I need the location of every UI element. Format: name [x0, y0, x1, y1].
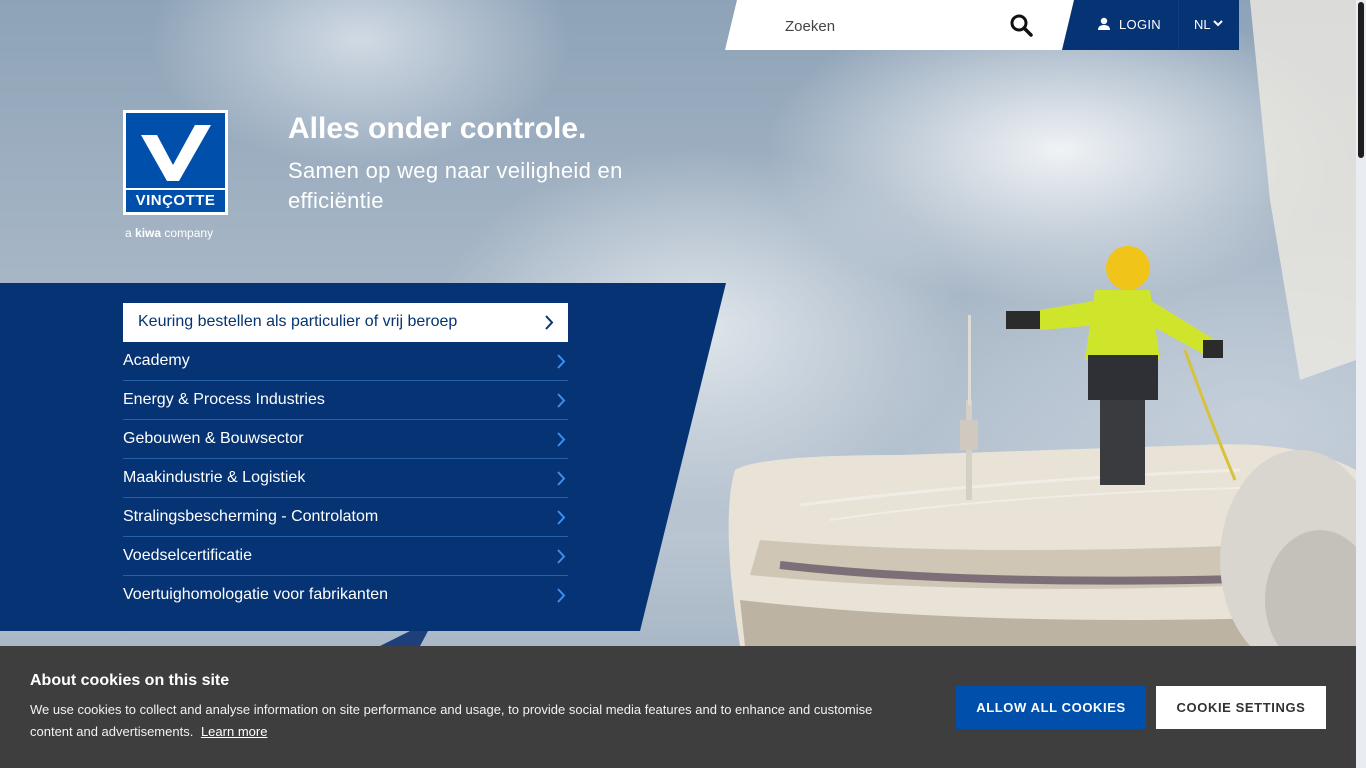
user-icon [1098, 17, 1110, 30]
logo-sub-prefix: a [125, 226, 132, 240]
nav-item-maakindustrie[interactable]: Maakindustrie & Logistiek [123, 459, 568, 498]
nav-item-voertuighomologatie[interactable]: Voertuighomologatie voor fabrikanten [123, 576, 568, 614]
learn-more-link[interactable]: Learn more [201, 724, 267, 739]
chevron-right-icon [557, 588, 566, 603]
logo-tagline: a kiwa company [125, 226, 213, 240]
cookie-description: We use cookies to collect and analyse in… [30, 702, 873, 739]
search-input[interactable] [783, 14, 997, 38]
cookie-title: About cookies on this site [30, 672, 230, 689]
chevron-right-icon [557, 510, 566, 525]
logo-wordmark: VINÇOTTE [126, 188, 225, 209]
nav-item-label: Energy & Process Industries [123, 391, 325, 408]
nav-item-gebouwen[interactable]: Gebouwen & Bouwsector [123, 420, 568, 459]
cookie-banner: About cookies on this site We use cookie… [0, 646, 1356, 768]
nav-item-label: Stralingsbescherming - Controlatom [123, 508, 379, 525]
logo-badge: VINÇOTTE [126, 113, 225, 212]
scrollbar-thumb[interactable] [1358, 2, 1364, 158]
language-label: NL [1194, 17, 1211, 32]
login-label: LOGIN [1119, 17, 1161, 32]
cookie-settings-button[interactable]: COOKIE SETTINGS [1156, 686, 1326, 729]
chevron-right-icon [557, 432, 566, 447]
nav-item-energy-process[interactable]: Energy & Process Industries [123, 381, 568, 420]
check-v-icon [141, 125, 211, 181]
nav-item-label: Keuring bestellen als particulier of vri… [138, 313, 458, 330]
chevron-right-icon [557, 354, 566, 369]
chevron-right-icon [557, 471, 566, 486]
logo-sub-suffix: company [164, 226, 214, 240]
vincotte-logo[interactable]: VINÇOTTE [123, 110, 228, 215]
nav-item-label: Gebouwen & Bouwsector [123, 430, 304, 447]
nav-item-voedselcertificatie[interactable]: Voedselcertificatie [123, 537, 568, 576]
nav-item-keuring-bestellen[interactable]: Keuring bestellen als particulier of vri… [123, 303, 568, 342]
nav-item-label: Academy [123, 352, 190, 369]
login-button[interactable]: LOGIN [1062, 0, 1179, 50]
search-button[interactable] [1006, 10, 1036, 40]
nav-item-academy[interactable]: Academy [123, 342, 568, 381]
nav-item-label: Voertuighomologatie voor fabrikanten [123, 586, 389, 603]
hero-subtitle: Samen op weg naar veiligheid en efficiën… [288, 158, 623, 213]
logo-sub-brand: kiwa [135, 226, 162, 240]
chevron-right-icon [557, 393, 566, 408]
search-icon [1010, 14, 1033, 37]
sector-nav-list: Keuring bestellen als particulier of vri… [123, 303, 568, 614]
chevron-right-icon [557, 549, 566, 564]
language-selector[interactable]: NL [1178, 0, 1239, 50]
nav-item-label: Voedselcertificatie [123, 547, 252, 564]
nav-item-label: Maakindustrie & Logistiek [123, 469, 306, 486]
cookie-text: We use cookies to collect and analyse in… [30, 699, 910, 743]
allow-all-cookies-button[interactable]: ALLOW ALL COOKIES [956, 686, 1146, 729]
nav-item-stralingsbescherming[interactable]: Stralingsbescherming - Controlatom [123, 498, 568, 537]
hero-title: Alles onder controle. [288, 112, 587, 145]
chevron-down-icon [1213, 20, 1223, 27]
page-scrollbar[interactable] [1356, 0, 1366, 768]
chevron-right-icon [545, 315, 554, 330]
